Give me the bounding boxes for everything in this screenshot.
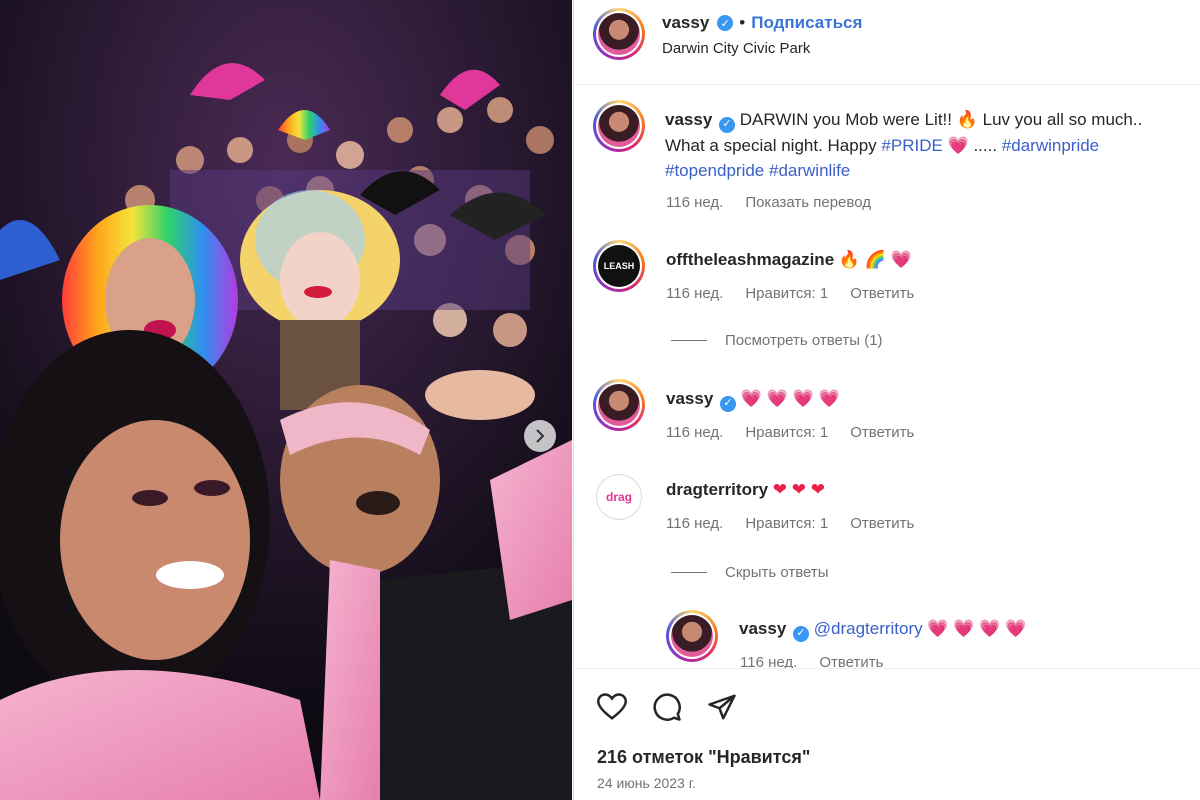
post-header: vassy ✓ • Подписаться Darwin City Civic … [574, 0, 1200, 85]
red-heart-emoji: ❤ [810, 480, 825, 499]
caption-meta: 116 нед. Показать перевод [666, 194, 871, 211]
verified-icon: ✓ [717, 15, 734, 31]
verified-icon: ✓ [720, 395, 737, 412]
comment-likes[interactable]: Нравится: 1 [745, 424, 828, 441]
comment-username[interactable]: offtheleashmagazine [666, 250, 834, 269]
comment-avatar[interactable]: drag [596, 474, 642, 520]
comment-icon [653, 693, 681, 721]
next-photo-button[interactable] [524, 420, 556, 452]
heart-icon [597, 693, 627, 720]
post-photo[interactable] [0, 0, 572, 800]
hide-replies-label: Скрыть ответы [725, 564, 829, 581]
pink-heart-emoji: 💗 [766, 389, 788, 408]
reply-button[interactable]: Ответить [819, 654, 883, 668]
hashtag-darwinlife[interactable]: #darwinlife [769, 161, 850, 180]
likes-count[interactable]: 216 отметок "Нравится" [597, 747, 810, 768]
divider-line [671, 572, 707, 573]
post-panel: vassy ✓ • Подписаться Darwin City Civic … [573, 0, 1200, 800]
comment-avatar[interactable] [593, 379, 645, 431]
reply-avatar[interactable] [666, 610, 718, 662]
share-icon [708, 694, 736, 720]
comment-button[interactable] [649, 689, 685, 725]
hashtag-topendpride[interactable]: #topendpride [665, 161, 764, 180]
comment-text: vassy ✓ 💗 💗 💗 💗 [666, 386, 840, 412]
pink-heart-emoji: 💗 [927, 619, 949, 638]
reply-username[interactable]: vassy [739, 619, 786, 638]
post-date[interactable]: 24 июнь 2023 г. [597, 775, 696, 791]
photo-illustration [0, 0, 572, 800]
fire-emoji: 🔥 [838, 250, 861, 269]
caption-part-a: DARWIN you Mob were Lit!! [739, 110, 957, 129]
reply-button[interactable]: Ответить [850, 515, 914, 532]
caption-avatar[interactable] [593, 100, 645, 152]
comment-avatar[interactable]: LEASH [593, 240, 645, 292]
reply-button[interactable]: Ответить [850, 285, 914, 302]
share-button[interactable] [704, 689, 740, 725]
reply-button[interactable]: Ответить [850, 424, 914, 441]
author-avatar[interactable] [593, 8, 645, 60]
caption-age[interactable]: 116 нед. [666, 194, 723, 211]
red-heart-emoji: ❤ [772, 480, 788, 499]
pink-heart-emoji: 💗 [947, 135, 969, 155]
hashtag-pride[interactable]: #PRIDE [881, 136, 942, 155]
location-link[interactable]: Darwin City Civic Park [662, 40, 810, 57]
leash-logo: LEASH [598, 245, 640, 287]
comment-meta: 116 нед. Нравится: 1 Ответить [666, 285, 914, 302]
pink-heart-emoji: 💗 [1005, 619, 1027, 638]
comment-text: dragterritory ❤ ❤ ❤ [666, 477, 825, 502]
pink-heart-emoji: 💗 [890, 250, 912, 269]
caption-username[interactable]: vassy [665, 110, 712, 129]
pink-heart-emoji: 💗 [953, 619, 975, 638]
reply-meta: 116 нед. Ответить [740, 654, 883, 668]
rainbow-emoji: 🌈 [864, 250, 886, 269]
chevron-right-icon [536, 429, 545, 443]
comment-text: offtheleashmagazine 🔥 🌈 💗 [666, 247, 912, 272]
caption-part-c: ..... [968, 135, 1002, 155]
mention-link[interactable]: @dragterritory [814, 619, 923, 638]
comment-username[interactable]: vassy [666, 389, 713, 408]
reply-text: vassy ✓ @dragterritory 💗 💗 💗 💗 [739, 616, 1026, 642]
hide-replies-button[interactable]: Скрыть ответы [671, 564, 829, 581]
pink-heart-emoji: 💗 [792, 389, 814, 408]
pink-heart-emoji: 💗 [818, 389, 840, 408]
comment-age[interactable]: 116 нед. [666, 515, 723, 532]
divider-line [671, 340, 707, 341]
comment-meta: 116 нед. Нравится: 1 Ответить [666, 424, 914, 441]
view-replies-label: Посмотреть ответы (1) [725, 332, 883, 349]
translate-button[interactable]: Показать перевод [745, 194, 871, 211]
verified-icon: ✓ [793, 625, 810, 642]
comment-meta: 116 нед. Нравится: 1 Ответить [666, 515, 914, 532]
follow-button[interactable]: Подписаться [751, 13, 862, 33]
comments-list[interactable]: vassy ✓ DARWIN you Mob were Lit!! 🔥 Luv … [574, 86, 1200, 668]
comment-likes[interactable]: Нравится: 1 [745, 515, 828, 532]
post-actions: 216 отметок "Нравится" 24 июнь 2023 г. [574, 668, 1200, 800]
reply-age[interactable]: 116 нед. [740, 654, 797, 668]
verified-icon: ✓ [719, 116, 736, 133]
comment-age[interactable]: 116 нед. [666, 285, 723, 302]
like-button[interactable] [594, 689, 630, 725]
pink-heart-emoji: 💗 [740, 389, 762, 408]
caption-text: vassy ✓ DARWIN you Mob were Lit!! 🔥 Luv … [665, 107, 1185, 183]
fire-emoji: 🔥 [956, 110, 978, 129]
author-username[interactable]: vassy [662, 13, 709, 33]
separator-dot: • [739, 13, 746, 32]
comment-username[interactable]: dragterritory [666, 480, 768, 499]
dragterritory-logo: drag [605, 490, 632, 504]
comment-age[interactable]: 116 нед. [666, 424, 723, 441]
pink-heart-emoji: 💗 [979, 619, 1001, 638]
red-heart-emoji: ❤ [791, 480, 806, 499]
comment-likes[interactable]: Нравится: 1 [745, 285, 828, 302]
view-replies-button[interactable]: Посмотреть ответы (1) [671, 332, 883, 349]
hashtag-darwinpride[interactable]: #darwinpride [1002, 136, 1099, 155]
